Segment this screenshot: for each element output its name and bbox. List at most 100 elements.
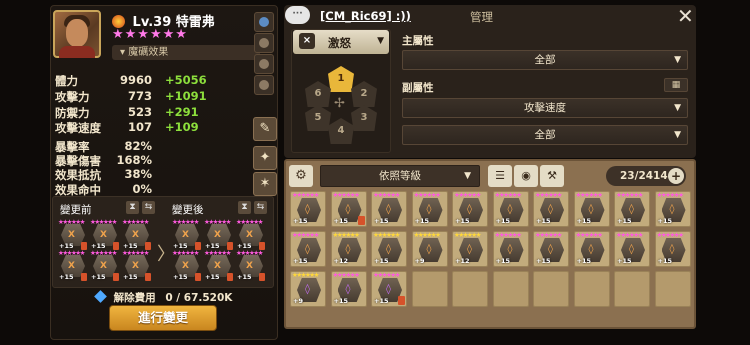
inventory-rune[interactable]: ★★★★★★ ◊ +15	[614, 231, 650, 267]
stat-label: 攻擊速度	[55, 121, 101, 135]
inventory-rune[interactable]: ★★★★★★ ◊ +9	[290, 271, 326, 307]
rage-set-icon: ⨯	[299, 33, 315, 49]
equipped-rune[interactable]: ★★★★★★ X +15	[122, 219, 151, 250]
swap-icon[interactable]: ⇆	[142, 201, 155, 214]
stat-bonus: +1091	[165, 89, 207, 103]
stat-label: 體力	[55, 74, 78, 88]
gear-icon[interactable]: ⚙	[289, 165, 313, 187]
stat-bonus: +5056	[165, 73, 207, 87]
inventory-rune[interactable]: ★★★★★★ ◊ +12	[452, 231, 488, 267]
rune-set-glyph: X	[100, 230, 107, 240]
equipped-rune[interactable]: ★★★★★★ X +15	[90, 250, 119, 281]
chat-icon[interactable]: ···	[285, 6, 310, 24]
rune-stars: ★★★★★★	[90, 249, 117, 257]
inventory-rune[interactable]: ★★★★★★ ◊ +15	[290, 191, 326, 227]
equipped-rune[interactable]: ★★★★★★ X +15	[58, 219, 87, 250]
empty-slot	[614, 271, 650, 307]
equipped-rune[interactable]: ★★★★★★ X +15	[236, 219, 265, 250]
equipped-rune[interactable]: ★★★★★★ X +15	[236, 250, 265, 281]
stat-row: 暴擊傷害 168%	[55, 153, 270, 168]
username-link[interactable]: [CM_Ric69] :))	[320, 9, 411, 23]
main-attr-dropdown[interactable]: 全部 ▼	[402, 50, 688, 70]
inventory-rune[interactable]: ★★★★★★ ◊ +15	[492, 231, 529, 267]
rune-stars: ★★★★★★	[122, 218, 149, 226]
inventory-rune[interactable]: ★★★★★★ ◊ +15	[330, 271, 367, 307]
sell-icon[interactable]: ✶	[253, 172, 277, 196]
rune-level: +15	[374, 297, 389, 305]
inventory-rune[interactable]: ★★★★★★ ◊ +15	[533, 231, 569, 267]
equipped-rune[interactable]: ★★★★★★ X +15	[90, 219, 119, 250]
rune-level: +15	[617, 217, 632, 225]
rune-set-glyph: ◊	[426, 244, 432, 255]
swap-icon[interactable]: ⇆	[254, 201, 267, 214]
effect-label: 魔礪效果	[128, 47, 169, 58]
inventory-rune[interactable]: ★★★★★★ ◊ +15	[654, 231, 691, 267]
hourglass-icon[interactable]: ⧗	[126, 201, 139, 214]
rune-stars: ★★★★★★	[373, 271, 400, 279]
stat-row: 體力 9960 +5056	[55, 73, 270, 88]
rune-level: +15	[495, 257, 511, 265]
rune-stars: ★★★★★★	[332, 271, 360, 279]
inventory-rune[interactable]: ★★★★★★ ◊ +15	[452, 191, 488, 227]
rune-stars: ★★★★★★	[656, 231, 684, 239]
rune-stars: ★★★★★★	[494, 191, 522, 199]
inventory-rune[interactable]: ★★★★★★ ◊ +9	[411, 231, 448, 267]
stat-label: 效果抵抗	[55, 168, 101, 182]
rune-stars: ★★★★★★	[58, 249, 85, 257]
stat-row: 效果命中 0%	[55, 182, 270, 197]
hammer-icon[interactable]: ⚒	[540, 165, 564, 187]
inventory-rune[interactable]: ★★★★★★ ◊ +15	[371, 191, 407, 227]
inventory-rune[interactable]: ★★★★★★ ◊ +15	[290, 231, 326, 267]
chevron-down-icon: ▼	[674, 130, 681, 140]
filter-round-icon[interactable]	[254, 33, 274, 53]
hourglass-icon[interactable]: ⧗	[238, 201, 251, 214]
equipped-rune[interactable]: ★★★★★★ X +15	[172, 219, 201, 250]
hero-portrait[interactable]	[53, 10, 101, 58]
rune-level: +15	[414, 217, 430, 225]
inventory-rune[interactable]: ★★★★★★ ◊ +15	[371, 271, 407, 307]
wheel-center-icon: ✢	[334, 96, 345, 111]
execute-change-button[interactable]: 進行變更	[109, 305, 217, 331]
inventory-rune[interactable]: ★★★★★★ ◊ +15	[411, 191, 448, 227]
sub-attr-dropdown[interactable]: 攻擊速度 ▼	[402, 98, 688, 118]
monster-mini-icon	[195, 273, 201, 281]
inventory-rune[interactable]: ★★★★★★ ◊ +12	[330, 231, 367, 267]
rune-stars: ★★★★★★	[292, 271, 319, 279]
stat-bonus: +109	[165, 120, 199, 134]
rune-stars: ★★★★★★	[454, 191, 481, 199]
filter-blue-icon[interactable]	[254, 12, 274, 32]
effect-button[interactable]: ▾ 魔礪效果	[112, 45, 260, 60]
equipped-rune[interactable]: ★★★★★★ X +15	[172, 250, 201, 281]
filter-chain-icon[interactable]	[254, 75, 274, 95]
equipped-rune[interactable]: ★★★★★★ X +15	[204, 250, 233, 281]
equipped-rune[interactable]: ★★★★★★ X +15	[122, 250, 151, 281]
inventory-rune[interactable]: ★★★★★★ ◊ +15	[533, 191, 569, 227]
inventory-rune[interactable]: ★★★★★★ ◊ +15	[573, 191, 610, 227]
plus-icon[interactable]: +	[668, 168, 684, 184]
sort-dropdown[interactable]: 依照等級 ▼	[320, 165, 480, 187]
equipped-rune[interactable]: ★★★★★★ X +15	[58, 250, 87, 281]
inventory-rune[interactable]: ★★★★★★ ◊ +15	[614, 191, 650, 227]
sort-order-icon[interactable]: ☰	[488, 165, 512, 187]
inventory-rune[interactable]: ★★★★★★ ◊ +15	[492, 191, 529, 227]
filter-shield-icon[interactable]	[254, 54, 274, 74]
inventory-rune[interactable]: ★★★★★★ ◊ +15	[654, 191, 691, 227]
edit-icon[interactable]: ✎	[253, 117, 277, 141]
equipped-rune[interactable]: ★★★★★★ X +15	[204, 219, 233, 250]
inventory-rune[interactable]: ★★★★★★ ◊ +15	[371, 231, 407, 267]
rune-set-icon[interactable]: ✦	[253, 146, 277, 170]
rune-set-glyph: ◊	[345, 244, 351, 255]
panel-title: 管理	[470, 10, 493, 24]
close-icon[interactable]: ✕	[677, 4, 694, 28]
sub-attr-dropdown-2[interactable]: 全部 ▼	[402, 125, 688, 145]
inventory-rune[interactable]: ★★★★★★ ◊ +15	[330, 191, 367, 227]
inventory-rune[interactable]: ★★★★★★ ◊ +15	[573, 231, 610, 267]
rune-stars: ★★★★★★	[535, 231, 562, 239]
grid-icon[interactable]: ▦	[664, 78, 688, 92]
bag-icon[interactable]: ◉	[514, 165, 538, 187]
stat-value: 0%	[132, 182, 152, 196]
rune-set-dropdown[interactable]: ⨯ 激怒 ▼	[293, 30, 389, 54]
cost-label: 解除費用	[113, 292, 156, 304]
rune-set-glyph: X	[246, 230, 253, 240]
rune-set-glyph: ◊	[629, 204, 634, 215]
